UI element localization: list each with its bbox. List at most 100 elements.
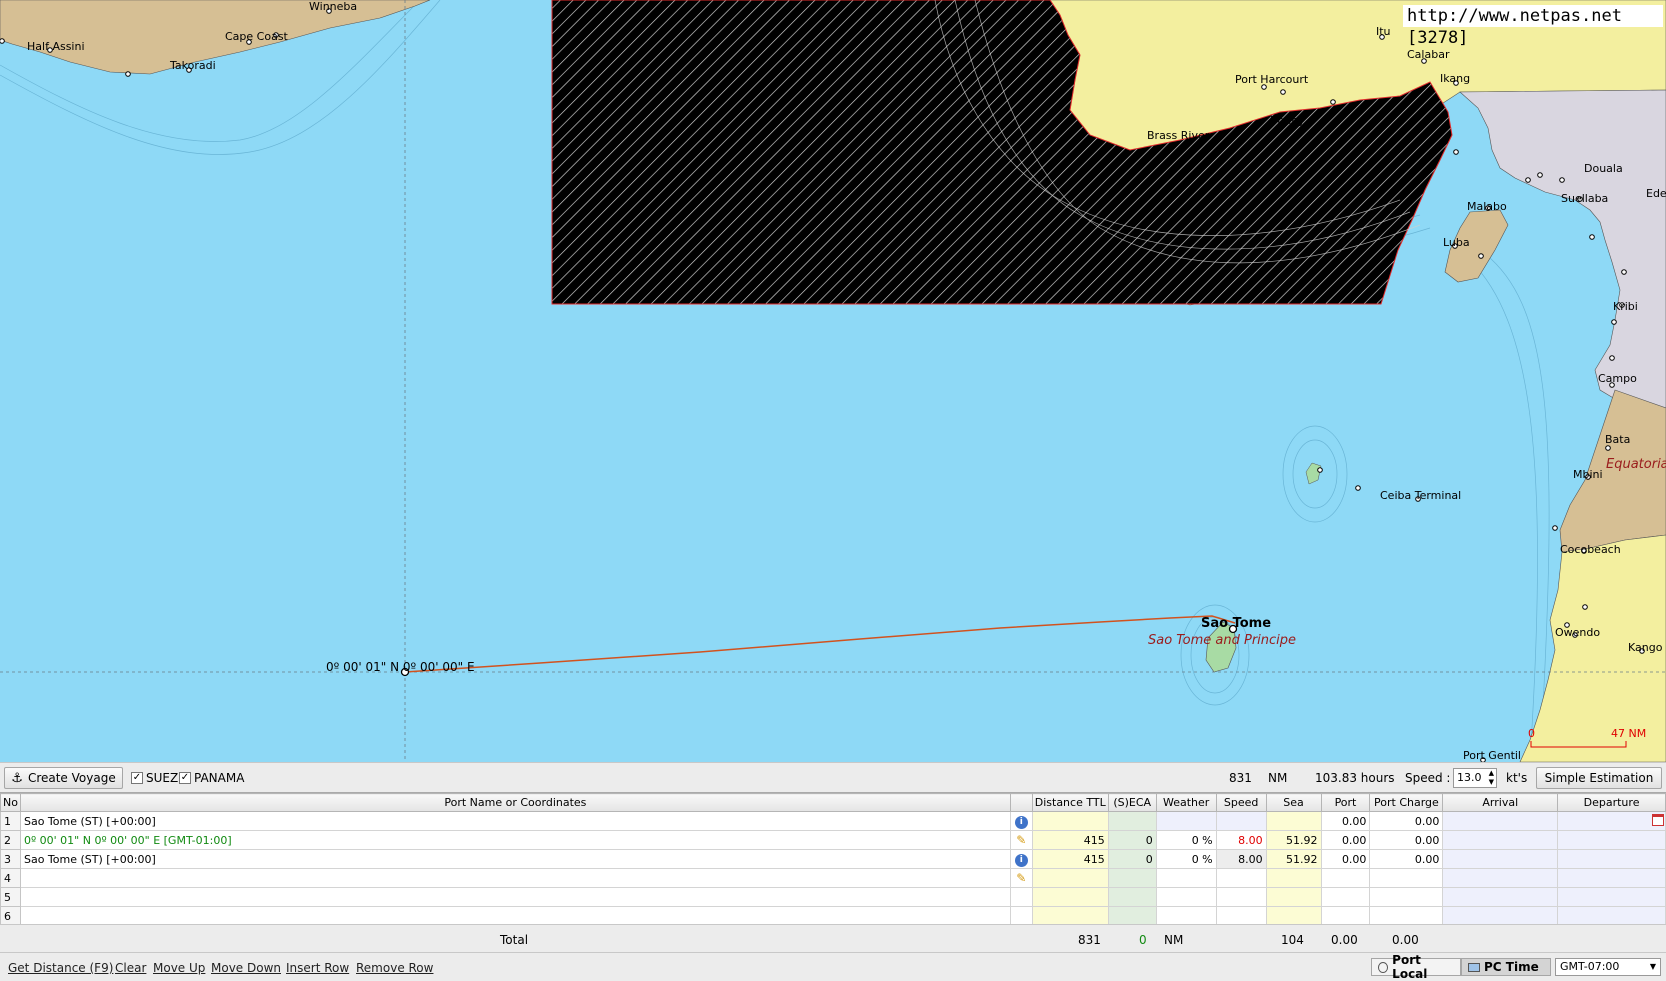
- arrival-cell[interactable]: [1442, 849, 1559, 869]
- port-name-cell[interactable]: [19, 887, 1011, 907]
- weather-cell[interactable]: [1155, 906, 1217, 926]
- port-charge-cell[interactable]: 0.00: [1369, 849, 1444, 869]
- port-charge-cell[interactable]: [1369, 887, 1444, 907]
- remove-row-link[interactable]: Remove Row: [356, 961, 433, 975]
- distance-cell[interactable]: [1031, 868, 1109, 888]
- pencil-icon[interactable]: ✎: [1016, 871, 1026, 885]
- create-voyage-button[interactable]: ⚓ Create Voyage: [4, 767, 123, 789]
- move-down-link[interactable]: Move Down: [211, 961, 281, 975]
- get-distance-link[interactable]: Get Distance (F9): [8, 961, 113, 975]
- speed-cell[interactable]: [1215, 811, 1267, 831]
- weather-cell[interactable]: [1155, 887, 1217, 907]
- row-icon-cell[interactable]: i: [1009, 849, 1033, 869]
- table-row[interactable]: 1 Sao Tome (ST) [+00:00] i 0.00 0.00: [0, 811, 1666, 831]
- departure-cell[interactable]: [1557, 906, 1666, 926]
- table-row[interactable]: 5: [0, 887, 1666, 907]
- table-row[interactable]: 3 Sao Tome (ST) [+00:00] i 415 0 0 % 8.0…: [0, 849, 1666, 869]
- col-header-sea[interactable]: Sea: [1265, 793, 1322, 812]
- arrival-cell[interactable]: [1442, 887, 1559, 907]
- clear-link[interactable]: Clear: [115, 961, 146, 975]
- spinner-arrows-icon[interactable]: ▲ ▼: [1489, 769, 1494, 787]
- port-days-cell[interactable]: 0.00: [1320, 830, 1371, 850]
- table-row[interactable]: 6: [0, 906, 1666, 926]
- suez-checkbox[interactable]: ✓: [131, 772, 143, 784]
- speed-cell[interactable]: [1215, 868, 1267, 888]
- arrival-cell[interactable]: [1442, 868, 1559, 888]
- port-days-cell[interactable]: [1320, 887, 1371, 907]
- speed-cell[interactable]: 8.00: [1215, 849, 1267, 869]
- map-canvas[interactable]: [0, 0, 1666, 762]
- col-header-port[interactable]: Port: [1320, 793, 1371, 812]
- port-name-cell[interactable]: [19, 868, 1011, 888]
- eca-cell[interactable]: [1107, 887, 1157, 907]
- port-days-cell[interactable]: 0.00: [1320, 849, 1371, 869]
- port-charge-cell[interactable]: [1369, 868, 1444, 888]
- port-days-cell[interactable]: [1320, 868, 1371, 888]
- col-header-seca[interactable]: (S)ECA: [1107, 793, 1157, 812]
- departure-cell[interactable]: [1557, 849, 1666, 869]
- distance-cell[interactable]: [1031, 906, 1109, 926]
- distance-cell[interactable]: [1031, 887, 1109, 907]
- col-header-no[interactable]: No: [0, 793, 21, 812]
- port-name-cell[interactable]: 0º 00' 01" N 0º 00' 00" E [GMT-01:00]: [19, 830, 1011, 850]
- col-header-port-name[interactable]: Port Name or Coordinates: [19, 793, 1011, 812]
- move-up-link[interactable]: Move Up: [153, 961, 205, 975]
- eca-cell[interactable]: 0: [1107, 849, 1157, 869]
- eca-cell[interactable]: [1107, 868, 1157, 888]
- departure-cell[interactable]: [1557, 811, 1666, 831]
- arrival-cell[interactable]: [1442, 906, 1559, 926]
- col-header-weather[interactable]: Weather: [1155, 793, 1217, 812]
- speed-cell[interactable]: [1215, 887, 1267, 907]
- panama-checkbox[interactable]: ✓: [179, 772, 191, 784]
- port-charge-cell[interactable]: 0.00: [1369, 830, 1444, 850]
- port-days-cell[interactable]: 0.00: [1320, 811, 1371, 831]
- calendar-icon[interactable]: [1652, 813, 1664, 826]
- info-icon[interactable]: i: [1014, 815, 1028, 829]
- col-header-departure[interactable]: Departure: [1557, 793, 1666, 812]
- col-header-distance[interactable]: Distance TTL: [1031, 793, 1109, 812]
- weather-cell[interactable]: [1155, 811, 1217, 831]
- port-name-cell[interactable]: Sao Tome (ST) [+00:00]: [19, 849, 1011, 869]
- port-local-toggle[interactable]: Port Local: [1371, 953, 1461, 981]
- row-icon-cell[interactable]: [1009, 887, 1033, 907]
- port-days-cell[interactable]: [1320, 906, 1371, 926]
- pc-time-toggle[interactable]: PC Time: [1461, 958, 1551, 976]
- speed-spinner[interactable]: 13.0 ▲ ▼: [1453, 768, 1497, 788]
- departure-cell[interactable]: [1557, 868, 1666, 888]
- distance-cell[interactable]: 415: [1031, 849, 1109, 869]
- info-icon[interactable]: i: [1014, 853, 1028, 867]
- arrival-cell[interactable]: [1442, 830, 1559, 850]
- distance-cell[interactable]: [1031, 811, 1109, 831]
- timezone-select[interactable]: GMT-07:00 ▼: [1555, 958, 1661, 976]
- row-icon-cell[interactable]: ✎: [1009, 830, 1033, 850]
- table-row[interactable]: 2 0º 00' 01" N 0º 00' 00" E [GMT-01:00] …: [0, 830, 1666, 850]
- chevron-down-icon[interactable]: ▼: [1650, 959, 1656, 975]
- weather-cell[interactable]: 0 %: [1155, 849, 1217, 869]
- col-header-port-charge[interactable]: Port Charge: [1369, 793, 1444, 812]
- row-icon-cell[interactable]: ✎: [1009, 868, 1033, 888]
- weather-cell[interactable]: 0 %: [1155, 830, 1217, 850]
- col-header-speed[interactable]: Speed: [1215, 793, 1267, 812]
- table-row[interactable]: 4 ✎: [0, 868, 1666, 888]
- weather-cell[interactable]: [1155, 868, 1217, 888]
- eca-cell[interactable]: [1107, 811, 1157, 831]
- speed-cell[interactable]: 8.00: [1215, 830, 1267, 850]
- distance-cell[interactable]: 415: [1031, 830, 1109, 850]
- departure-cell[interactable]: [1557, 830, 1666, 850]
- row-icon-cell[interactable]: i: [1009, 811, 1033, 831]
- insert-row-link[interactable]: Insert Row: [286, 961, 349, 975]
- chart-map[interactable]: http://www.netpas.net [3278] Winneba Hal…: [0, 0, 1666, 762]
- port-charge-cell[interactable]: 0.00: [1369, 811, 1444, 831]
- port-name-cell[interactable]: [19, 906, 1011, 926]
- col-header-arrival[interactable]: Arrival: [1442, 793, 1559, 812]
- speed-cell[interactable]: [1215, 906, 1267, 926]
- pencil-icon[interactable]: ✎: [1016, 833, 1026, 847]
- port-charge-cell[interactable]: [1369, 906, 1444, 926]
- row-icon-cell[interactable]: [1009, 906, 1033, 926]
- port-name-cell[interactable]: Sao Tome (ST) [+00:00]: [19, 811, 1011, 831]
- arrival-cell[interactable]: [1442, 811, 1559, 831]
- simple-estimation-button[interactable]: Simple Estimation: [1536, 767, 1662, 789]
- eca-cell[interactable]: [1107, 906, 1157, 926]
- departure-cell[interactable]: [1557, 887, 1666, 907]
- col-header-icon[interactable]: [1009, 793, 1033, 812]
